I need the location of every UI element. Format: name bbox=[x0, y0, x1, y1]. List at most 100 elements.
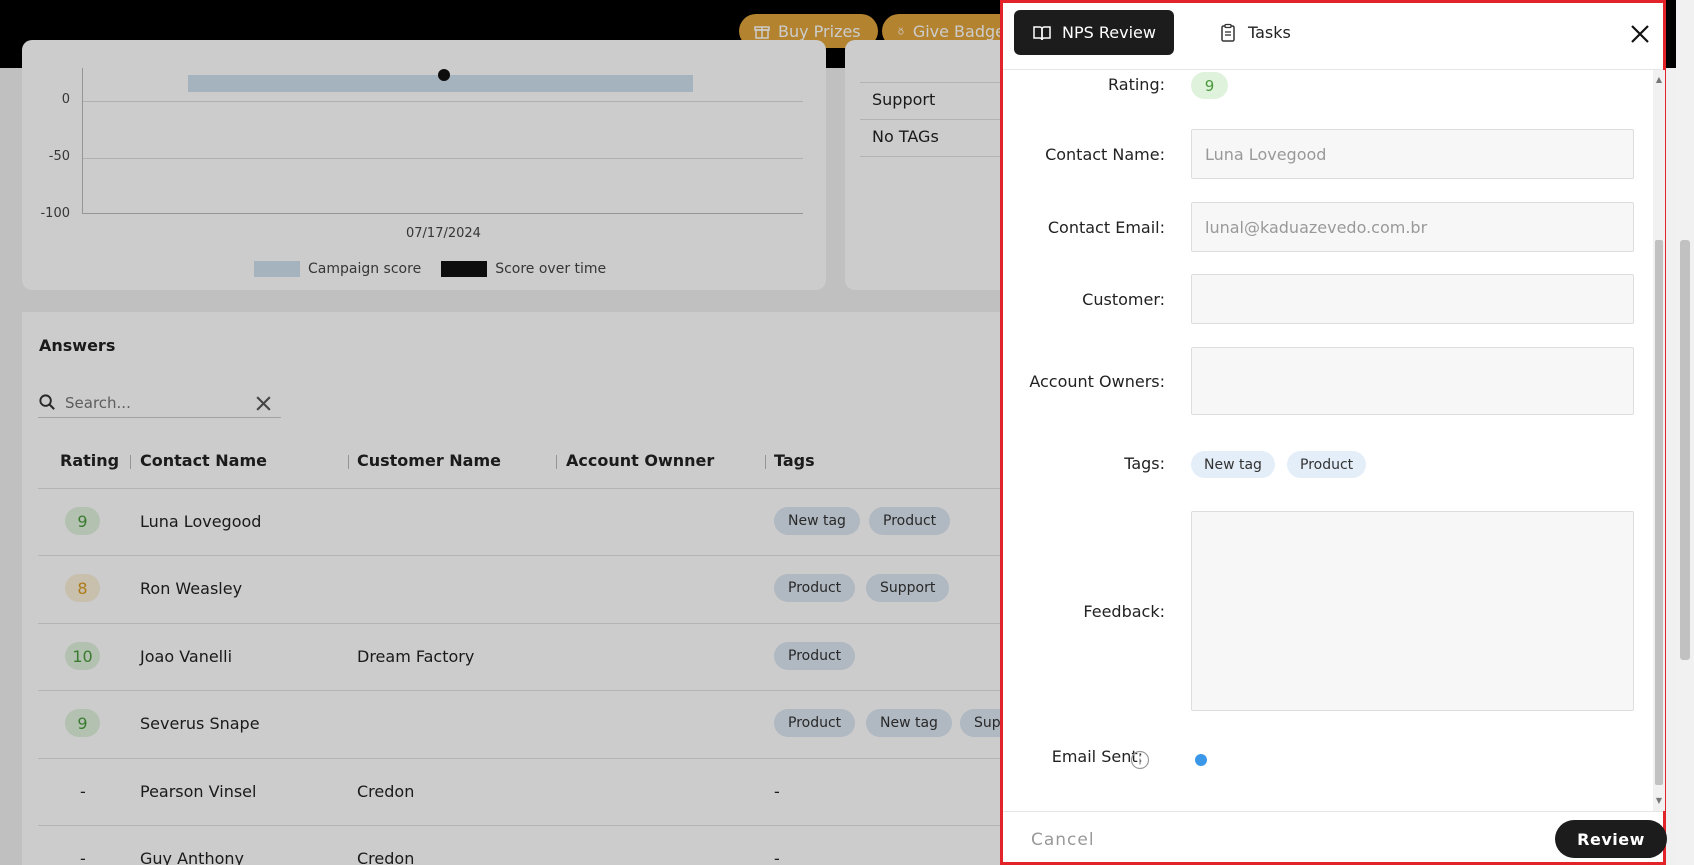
tab-nps-review[interactable]: NPS Review bbox=[1014, 10, 1174, 55]
tag-list-item: Support bbox=[872, 90, 936, 109]
column-header-owner[interactable]: Account Ownner bbox=[566, 451, 714, 470]
table-divider bbox=[38, 488, 1002, 489]
tab-label: Tasks bbox=[1248, 23, 1291, 42]
tag-chip[interactable]: Product bbox=[1287, 451, 1367, 478]
column-separator bbox=[348, 455, 349, 469]
account-owners-field[interactable] bbox=[1191, 347, 1634, 415]
rating-badge: 8 bbox=[65, 574, 100, 602]
close-icon[interactable] bbox=[254, 394, 273, 413]
column-separator bbox=[556, 455, 557, 469]
tag-list-item: No TAGs bbox=[872, 127, 939, 146]
rating-badge: 9 bbox=[65, 507, 100, 535]
answers-search bbox=[38, 388, 281, 418]
column-separator bbox=[130, 455, 131, 469]
rating-badge: 9 bbox=[1191, 72, 1228, 99]
contact-name-label: Contact Name: bbox=[1045, 145, 1165, 164]
tag-chip: New tag bbox=[774, 507, 860, 535]
drawer-tabs: NPS Review Tasks bbox=[1003, 3, 1663, 70]
legend-label: Score over time bbox=[495, 261, 607, 277]
tag-chip: Product bbox=[774, 642, 856, 670]
tag-chip: Support bbox=[866, 574, 950, 602]
tags-empty: - bbox=[774, 849, 780, 865]
table-row-divider bbox=[38, 555, 1002, 556]
page-scrollbar[interactable] bbox=[1676, 0, 1694, 865]
cancel-button[interactable]: Cancel bbox=[1031, 830, 1095, 850]
contact-name[interactable]: Severus Snape bbox=[140, 714, 260, 733]
rating-empty: - bbox=[80, 782, 86, 801]
tags-empty: - bbox=[774, 782, 780, 801]
legend-label: Campaign score bbox=[308, 261, 422, 277]
tag-chip: New tag bbox=[866, 709, 952, 737]
review-button[interactable]: Review bbox=[1555, 820, 1667, 858]
tab-label: NPS Review bbox=[1062, 23, 1156, 42]
contact-name[interactable]: Joao Vanelli bbox=[140, 647, 232, 666]
scroll-up-icon[interactable]: ▲ bbox=[1655, 76, 1663, 84]
divider bbox=[860, 119, 1015, 120]
table-row-divider bbox=[38, 825, 1002, 826]
column-separator bbox=[765, 455, 766, 469]
divider bbox=[860, 156, 1015, 157]
gift-icon bbox=[754, 26, 770, 39]
column-header-rating[interactable]: Rating bbox=[60, 451, 119, 470]
book-icon bbox=[1033, 25, 1051, 40]
y-tick: 0 bbox=[61, 92, 70, 107]
tags-card bbox=[845, 40, 1015, 290]
tag-chip: Product bbox=[774, 574, 856, 602]
clipboard-icon bbox=[1221, 23, 1235, 42]
close-icon[interactable] bbox=[1629, 23, 1651, 45]
contact-name[interactable]: Luna Lovegood bbox=[140, 512, 261, 531]
contact-name[interactable]: Ron Weasley bbox=[140, 579, 242, 598]
tag-chip: Product bbox=[774, 709, 856, 737]
contact-email-label: Contact Email: bbox=[1047, 218, 1165, 237]
rating-badge: 9 bbox=[65, 709, 100, 737]
customer-name: Credon bbox=[357, 849, 415, 865]
column-header-contact[interactable]: Contact Name bbox=[140, 451, 267, 470]
chart-plot-area bbox=[82, 68, 803, 214]
contact-name-field[interactable]: Luna Lovegood bbox=[1191, 129, 1634, 179]
nps-review-drawer: NPS Review Tasks Rating: 9 Contact Name:… bbox=[1000, 0, 1667, 865]
drawer-footer: Cancel Review bbox=[1003, 811, 1667, 862]
drawer-scrollbar[interactable]: ▲ ▼ bbox=[1653, 70, 1665, 811]
tab-tasks[interactable]: Tasks bbox=[1200, 10, 1309, 55]
tag-chip[interactable]: New tag bbox=[1191, 451, 1275, 478]
y-tick: -50 bbox=[48, 149, 70, 164]
legend-swatch-campaign bbox=[254, 261, 300, 277]
medal-icon bbox=[898, 27, 904, 35]
drawer-form: Rating: 9 Contact Name: Luna Lovegood Co… bbox=[1003, 70, 1663, 811]
y-tick: -100 bbox=[40, 206, 70, 221]
divider bbox=[860, 82, 1015, 83]
contact-name[interactable]: Pearson Vinsel bbox=[140, 782, 256, 801]
search-icon bbox=[39, 394, 55, 410]
info-icon[interactable] bbox=[1130, 750, 1150, 770]
rating-badge: 10 bbox=[65, 642, 100, 670]
legend-swatch-score bbox=[441, 261, 488, 277]
column-header-customer[interactable]: Customer Name bbox=[357, 451, 501, 470]
feedback-field[interactable] bbox=[1191, 511, 1634, 711]
customer-label: Customer: bbox=[1082, 290, 1165, 309]
contact-email-field[interactable]: lunal@kaduazevedo.com.br bbox=[1191, 202, 1634, 252]
tags-label: Tags: bbox=[1124, 454, 1165, 473]
scroll-down-icon[interactable]: ▼ bbox=[1655, 797, 1663, 805]
table-row-divider bbox=[38, 623, 1002, 624]
customer-name: Credon bbox=[357, 782, 415, 801]
contact-name[interactable]: Guy Anthony bbox=[140, 849, 244, 865]
rating-empty: - bbox=[80, 849, 86, 865]
table-row-divider bbox=[38, 758, 1002, 759]
customer-field[interactable] bbox=[1191, 274, 1634, 324]
account-owners-label: Account Owners: bbox=[1029, 372, 1165, 391]
table-row-divider bbox=[38, 690, 1002, 691]
score-over-time-point bbox=[437, 69, 450, 82]
email-sent-indicator bbox=[1195, 754, 1207, 766]
tag-chip: Product bbox=[869, 507, 951, 535]
x-tick: 07/17/2024 bbox=[406, 226, 481, 241]
search-input[interactable] bbox=[65, 393, 240, 412]
page-scrollbar-thumb[interactable] bbox=[1680, 240, 1690, 660]
feedback-label: Feedback: bbox=[1083, 602, 1165, 621]
chart-legend: Campaign score Score over time bbox=[254, 261, 606, 277]
buy-prizes-label: Buy Prizes bbox=[778, 21, 861, 41]
column-header-tags[interactable]: Tags bbox=[774, 451, 815, 470]
drawer-scrollbar-thumb[interactable] bbox=[1655, 240, 1663, 785]
customer-name: Dream Factory bbox=[357, 647, 475, 666]
answers-title: Answers bbox=[39, 336, 116, 355]
rating-label: Rating: bbox=[1108, 75, 1165, 94]
